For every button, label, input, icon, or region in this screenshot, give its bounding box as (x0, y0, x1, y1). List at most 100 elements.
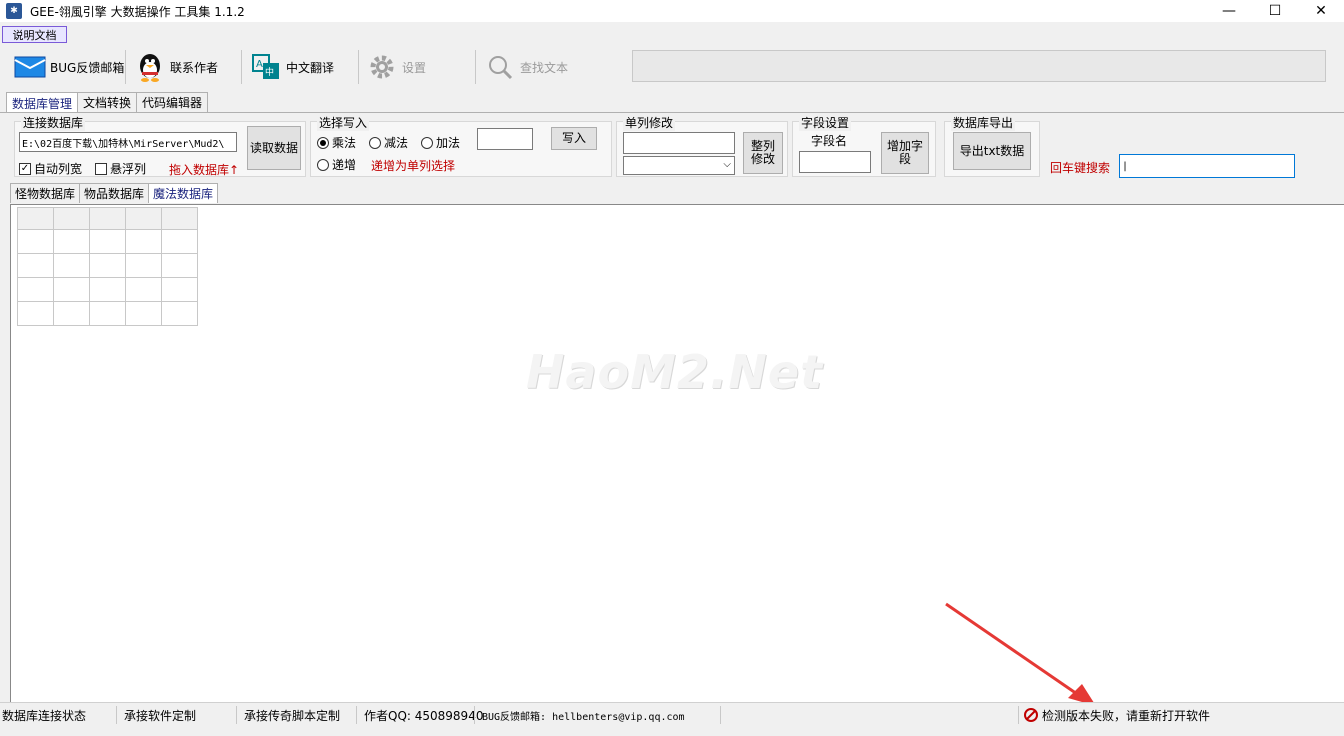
status-separator (720, 706, 721, 724)
write-group: 选择写入 乘法 减法 加法 写入 递增 递增为单列选择 (310, 114, 612, 177)
write-button[interactable]: 写入 (551, 127, 597, 150)
tab-monster-db[interactable]: 怪物数据库 (10, 183, 81, 203)
find-text-button[interactable]: 查找文本 (484, 50, 568, 84)
maximize-button[interactable]: ☐ (1252, 0, 1298, 22)
chevron-down-icon: ⌵ (723, 159, 731, 170)
title-bar: ✱ GEE-翎風引擎 大数据操作 工具集 1.1.2 — ☐ ✕ (0, 0, 1344, 22)
bug-mail-label: BUG反馈邮箱 (50, 60, 125, 75)
status-bar: 数据库连接状态 承接软件定制 承接传奇脚本定制 作者QQ: 450898940 … (0, 702, 1344, 726)
table-row[interactable] (17, 301, 198, 326)
increment-hint: 递增为单列选择 (371, 159, 456, 173)
minimize-button[interactable]: — (1206, 0, 1252, 22)
toolbar: BUG反馈邮箱 联系作者 A中 中文翻译 设置 查找文本 (0, 46, 1344, 88)
increment-label: 递增 (332, 158, 357, 172)
version-check-text: 检测版本失败，请重新打开软件 (1042, 708, 1211, 723)
write-value-input[interactable] (477, 128, 533, 150)
search-icon (484, 52, 516, 82)
settings-button[interactable]: 设置 (366, 50, 426, 84)
export-txt-button[interactable]: 导出txt数据 (953, 132, 1031, 170)
field-group: 字段设置 字段名 增加字 段 (792, 114, 936, 177)
add-field-button[interactable]: 增加字 段 (881, 132, 929, 174)
sub-tabs: 怪物数据库 物品数据库 魔法数据库 (10, 183, 219, 204)
multiply-label: 乘法 (332, 136, 357, 150)
field-name-input[interactable] (799, 151, 871, 173)
status-separator (1018, 706, 1019, 724)
toolbar-separator (358, 50, 359, 84)
translate-button[interactable]: A中 中文翻译 (250, 50, 334, 84)
radio-empty-icon (317, 158, 329, 171)
export-title: 数据库导出 (951, 114, 1016, 131)
table-row[interactable] (17, 277, 198, 302)
auto-width-label: 自动列宽 (34, 162, 83, 176)
data-grid[interactable] (17, 207, 198, 326)
author-qq-text: 作者QQ: 450898940 (364, 708, 484, 723)
tab-code-editor[interactable]: 代码编辑器 (136, 92, 209, 112)
toolbar-separator (241, 50, 242, 84)
mail-icon (14, 52, 46, 82)
bug-email-text: BUG反馈邮箱: hellbenters@vip.qq.com (482, 711, 685, 723)
radio-empty-icon (369, 136, 381, 149)
table-row[interactable] (17, 229, 198, 254)
radio-empty-icon (421, 136, 433, 149)
single-col-title: 单列修改 (623, 114, 676, 131)
radio-selected-icon (317, 136, 329, 149)
add-radio[interactable]: 加法 (421, 134, 460, 151)
connect-db-title: 连接数据库 (21, 114, 86, 131)
tab-item-db[interactable]: 物品数据库 (79, 183, 150, 203)
red-arrow-icon (945, 602, 1096, 706)
settings-label: 设置 (402, 60, 427, 75)
column-select[interactable]: ⌵ (623, 156, 735, 175)
status-separator (356, 706, 357, 724)
whole-col-modify-button[interactable]: 整列 修改 (743, 132, 783, 174)
contact-author-button[interactable]: 联系作者 (134, 50, 218, 84)
subtract-radio[interactable]: 减法 (369, 134, 408, 151)
field-title: 字段设置 (799, 114, 852, 131)
status-separator (474, 706, 475, 724)
enter-search-label: 回车键搜索 (1050, 161, 1111, 175)
checkbox-empty-icon (95, 162, 107, 175)
app-icon: ✱ (6, 3, 22, 19)
error-ban-icon (1024, 708, 1038, 722)
checkmark-icon: ✓ (19, 162, 31, 175)
window-controls: — ☐ ✕ (1206, 0, 1344, 22)
float-column-checkbox[interactable]: 悬浮列 (95, 160, 146, 177)
tab-database-manage[interactable]: 数据库管理 (6, 92, 79, 113)
status-separator (116, 706, 117, 724)
version-check-status: 检测版本失败，请重新打开软件 (1024, 703, 1210, 727)
single-col-group: 单列修改 ⌵ 整列 修改 (616, 114, 788, 177)
write-title: 选择写入 (317, 114, 370, 131)
status-separator (236, 706, 237, 724)
db-path-input[interactable]: E:\02百度下载\加特林\MirServer\Mud2\ (19, 132, 237, 152)
translate-icon: A中 (250, 52, 282, 82)
find-text-input[interactable] (632, 50, 1326, 82)
data-grid-panel: HaoM2.Net (10, 204, 1344, 702)
svg-text:A: A (256, 59, 263, 70)
increment-radio[interactable]: 递增 (317, 156, 356, 173)
auto-width-checkbox[interactable]: ✓ 自动列宽 (19, 160, 82, 177)
contact-author-label: 联系作者 (170, 60, 219, 75)
db-connection-status: 数据库连接状态 (2, 708, 87, 723)
table-row[interactable] (17, 253, 198, 278)
single-col-value-input[interactable] (623, 132, 735, 154)
enter-search-input[interactable]: | (1119, 154, 1295, 178)
svg-text:中: 中 (265, 66, 274, 78)
watermark: HaoM2.Net (526, 345, 824, 399)
tab-doc-convert[interactable]: 文档转换 (77, 92, 138, 112)
custom-software-text: 承接软件定制 (124, 708, 197, 723)
toolbar-separator (475, 50, 476, 84)
close-button[interactable]: ✕ (1298, 0, 1344, 22)
qq-penguin-icon (134, 52, 166, 82)
multiply-radio[interactable]: 乘法 (317, 134, 356, 151)
bug-mail-button[interactable]: BUG反馈邮箱 (14, 50, 124, 84)
doc-button[interactable]: 说明文档 (2, 26, 67, 43)
read-data-button[interactable]: 读取数据 (247, 126, 301, 170)
window-title: GEE-翎風引擎 大数据操作 工具集 1.1.2 (30, 4, 245, 19)
grid-header-row (17, 207, 198, 230)
subtract-label: 减法 (384, 136, 409, 150)
tab-magic-db[interactable]: 魔法数据库 (148, 183, 219, 203)
float-column-label: 悬浮列 (110, 162, 147, 176)
main-tabs: 数据库管理 文档转换 代码编辑器 (6, 92, 209, 113)
field-name-label: 字段名 (811, 134, 848, 148)
custom-script-text: 承接传奇脚本定制 (244, 708, 341, 723)
translate-label: 中文翻译 (286, 60, 335, 75)
